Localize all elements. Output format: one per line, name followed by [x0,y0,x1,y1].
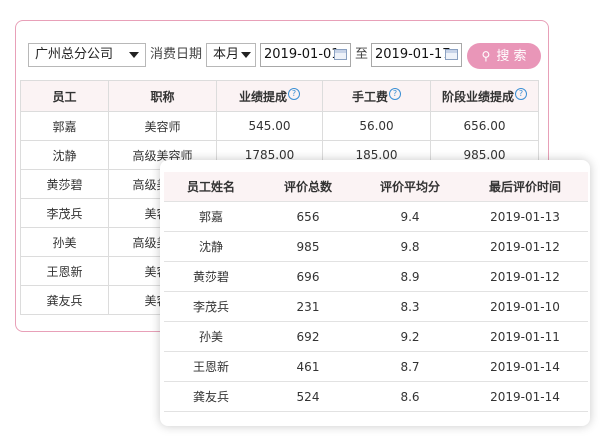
table-row: 郭嘉 656 9.4 2019-01-13 [164,201,588,232]
table-cell: 545.00 [216,111,323,141]
end-date-input[interactable]: 2019-01-17 [371,43,462,67]
evaluation-table: 员工姓名 评价总数 评价平均分 最后评价时间 郭嘉 656 9.4 2019-0… [164,172,588,412]
table-row: 龚友兵 524 8.6 2019-01-14 [164,381,588,412]
period-select[interactable]: 本月 [206,43,256,67]
table-header-row: 员工 职称 业绩提成? 手工费? 阶段业绩提成? [20,80,539,112]
table-cell: 524 [258,381,358,412]
table-cell: 656.00 [430,111,539,141]
table-cell: 656 [258,201,358,232]
table-cell: 2019-01-13 [462,201,588,232]
search-button[interactable]: ⚲ 搜 索 [467,43,541,69]
evaluation-popup: 员工姓名 评价总数 评价平均分 最后评价时间 郭嘉 656 9.4 2019-0… [160,160,590,426]
table-cell: 9.4 [358,201,462,232]
help-icon[interactable]: ? [288,87,300,100]
table-cell: 2019-01-14 [462,381,588,412]
table-cell: 王恩新 [164,351,258,382]
period-select-value: 本月 [213,47,240,62]
table-cell: 李茂兵 [164,291,258,322]
table-cell: 2019-01-12 [462,231,588,262]
column-header-average-score: 评价平均分 [358,172,462,202]
table-cell: 郭嘉 [20,111,109,141]
table-cell: 沈静 [164,231,258,262]
table-cell: 李茂兵 [20,198,109,228]
table-row: 王恩新 461 8.7 2019-01-14 [164,351,588,382]
calendar-icon[interactable] [334,49,347,60]
table-cell: 9.2 [358,321,462,352]
to-label: 至 [355,47,369,62]
table-cell: 美容师 [108,111,217,141]
table-cell: 8.3 [358,291,462,322]
column-header-employee: 员工 [20,80,109,112]
table-cell: 985 [258,231,358,262]
table-cell: 2019-01-14 [462,351,588,382]
table-cell: 2019-01-10 [462,291,588,322]
table-cell: 8.7 [358,351,462,382]
table-row: 黄莎碧 696 8.9 2019-01-12 [164,261,588,292]
table-cell: 沈静 [20,140,109,170]
table-row: 沈静 985 9.8 2019-01-12 [164,231,588,262]
table-cell: 231 [258,291,358,322]
table-cell: 2019-01-12 [462,261,588,292]
table-cell: 8.6 [358,381,462,412]
table-cell: 461 [258,351,358,382]
end-date-value: 2019-01-17 [375,47,451,62]
table-cell: 孙美 [164,321,258,352]
table-cell: 孙美 [20,227,109,257]
calendar-icon[interactable] [445,49,458,60]
help-icon[interactable]: ? [389,87,401,100]
table-cell: 王恩新 [20,256,109,286]
filter-bar: 广州总分公司 消费日期 本月 2019-01-01 至 2019-01-17 ⚲… [16,43,548,69]
column-header-title: 职称 [108,80,217,112]
table-cell: 9.8 [358,231,462,262]
table-cell: 郭嘉 [164,201,258,232]
table-row: 李茂兵 231 8.3 2019-01-10 [164,291,588,322]
search-icon: ⚲ [481,49,491,63]
table-cell: 黄莎碧 [164,261,258,292]
table-cell: 黄莎碧 [20,169,109,199]
search-button-label: 搜 索 [496,49,527,64]
column-header-commission: 业绩提成? [216,80,323,112]
table-cell: 龚友兵 [20,285,109,315]
start-date-input[interactable]: 2019-01-01 [260,43,351,67]
column-header-review-count: 评价总数 [258,172,358,202]
table-row: 郭嘉 美容师 545.00 56.00 656.00 [20,111,539,141]
chevron-down-icon [241,52,251,58]
company-select-value: 广州总分公司 [35,47,114,62]
help-icon[interactable]: ? [515,87,527,100]
chevron-down-icon [129,52,139,58]
column-header-labor-fee: 手工费? [322,80,431,112]
start-date-value: 2019-01-01 [264,47,340,62]
column-header-stage-commission: 阶段业绩提成? [430,80,539,112]
company-select[interactable]: 广州总分公司 [28,43,146,67]
popup-header-row: 员工姓名 评价总数 评价平均分 最后评价时间 [164,172,588,202]
table-cell: 8.9 [358,261,462,292]
table-cell: 56.00 [322,111,431,141]
table-cell: 696 [258,261,358,292]
table-cell: 2019-01-11 [462,321,588,352]
date-label: 消费日期 [150,47,203,62]
table-cell: 692 [258,321,358,352]
table-row: 孙美 692 9.2 2019-01-11 [164,321,588,352]
column-header-last-review-time: 最后评价时间 [462,172,588,202]
column-header-employee-name: 员工姓名 [164,172,258,202]
table-cell: 龚友兵 [164,381,258,412]
